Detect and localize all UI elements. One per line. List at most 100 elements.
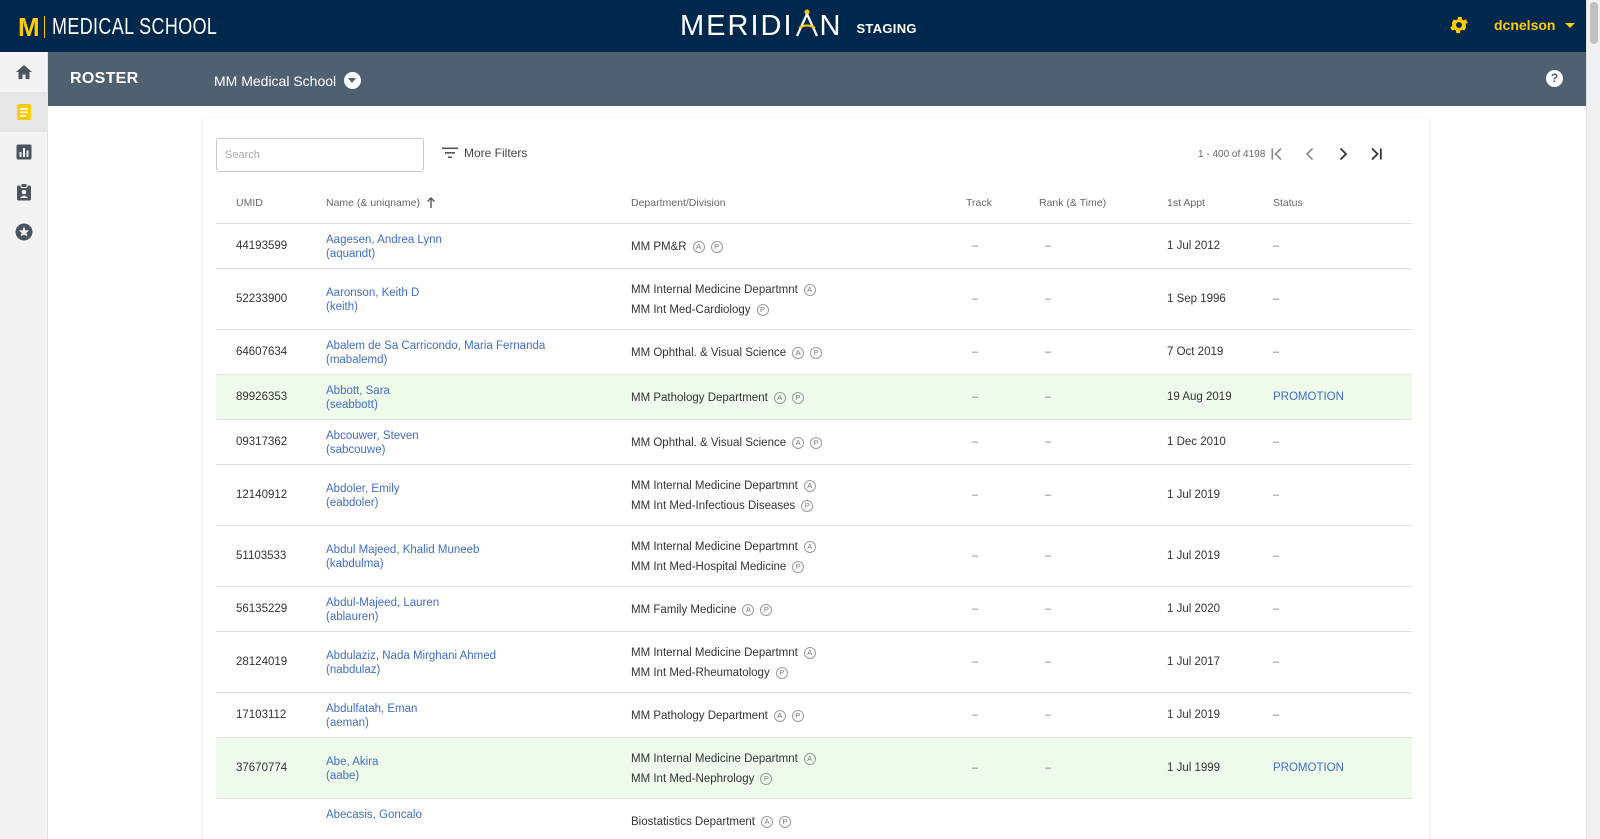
user-menu[interactable]: dcnelson bbox=[1494, 17, 1576, 33]
name-link[interactable]: Abecasis, Goncalo bbox=[326, 808, 422, 822]
nav-assignments[interactable] bbox=[0, 172, 48, 212]
nav-roster[interactable] bbox=[0, 92, 48, 132]
status-cell: – bbox=[1273, 435, 1280, 448]
appointment-badge: A bbox=[803, 283, 816, 296]
search-input[interactable] bbox=[216, 138, 424, 172]
track-cell: – bbox=[972, 435, 979, 448]
department-name: Biostatistics Department bbox=[631, 815, 755, 828]
nav-reports[interactable] bbox=[0, 132, 48, 172]
uniqname[interactable]: (kabdulma) bbox=[326, 557, 479, 571]
name-link[interactable]: Abdulfatah, Eman (aeman) bbox=[326, 702, 417, 730]
primary-badge: P bbox=[791, 709, 804, 722]
table-row[interactable]: 64607634 Abalem de Sa Carricondo, Maria F… bbox=[216, 330, 1412, 375]
person-name[interactable]: Abdulaziz, Nada Mirghani Ahmed bbox=[326, 649, 496, 663]
name-link[interactable]: Abcouwer, Steven (sabcouwe) bbox=[326, 429, 419, 457]
rank-cell: – bbox=[1045, 761, 1052, 774]
table-row[interactable]: 51103533 Abdul Majeed, Khalid Muneeb (kabd… bbox=[216, 526, 1412, 587]
primary-badge: P bbox=[810, 346, 823, 359]
logo-divider bbox=[43, 15, 45, 38]
uniqname[interactable]: (nabdulaz) bbox=[326, 663, 496, 677]
table-row[interactable]: 09317362 Abcouwer, Steven (sabcouwe) MM Oph… bbox=[216, 420, 1412, 465]
table-row[interactable]: 56135229 Abdul-Majeed, Lauren (ablauren) MM… bbox=[216, 587, 1412, 632]
help-icon[interactable]: ? bbox=[1546, 70, 1563, 87]
person-name[interactable]: Abcouwer, Steven bbox=[326, 429, 419, 443]
previous-page-button[interactable] bbox=[1298, 144, 1322, 164]
name-link[interactable]: Abdul-Majeed, Lauren (ablauren) bbox=[326, 596, 439, 624]
uniqname[interactable]: (ablauren) bbox=[326, 610, 439, 624]
medical-school-logo[interactable]: M MEDICAL SCHOOL bbox=[18, 13, 264, 40]
nav-home[interactable] bbox=[0, 52, 48, 92]
person-name[interactable]: Abe, Akira bbox=[326, 755, 378, 769]
person-name[interactable]: Abdoler, Emily bbox=[326, 482, 400, 496]
department-cell: MM Pathology Department A P bbox=[631, 388, 804, 408]
uniqname[interactable]: (seabbott) bbox=[326, 398, 390, 412]
first-page-icon bbox=[1271, 147, 1282, 161]
uniqname[interactable]: (aquandt) bbox=[326, 247, 442, 261]
column-header-first-appointment[interactable]: 1st Appt bbox=[1167, 197, 1205, 209]
page-range: 1 - 400 of 4198 bbox=[1198, 149, 1266, 160]
first-page-button[interactable] bbox=[1265, 144, 1289, 164]
name-link[interactable]: Abdul Majeed, Khalid Muneeb (kabdulma) bbox=[326, 543, 479, 571]
person-name[interactable]: Abalem de Sa Carricondo, Maria Fernanda bbox=[326, 339, 545, 353]
name-link[interactable]: Abbott, Sara (seabbott) bbox=[326, 384, 390, 412]
department-name: MM Internal Medicine Departmnt bbox=[631, 752, 798, 765]
gear-icon[interactable] bbox=[1448, 14, 1470, 36]
page-scrollbar[interactable] bbox=[1586, 0, 1600, 839]
name-link[interactable]: Abdoler, Emily (eabdoler) bbox=[326, 482, 400, 510]
person-name[interactable]: Abdul Majeed, Khalid Muneeb bbox=[326, 543, 479, 557]
table-header: UMID Name (& uniqname) Department/Divisi… bbox=[216, 184, 1412, 224]
person-name[interactable]: Abdulfatah, Eman bbox=[326, 702, 417, 716]
table-row[interactable]: 28124019 Abdulaziz, Nada Mirghani Ahmed (n… bbox=[216, 632, 1412, 693]
last-page-button[interactable] bbox=[1364, 144, 1388, 164]
person-name[interactable]: Aagesen, Andrea Lynn bbox=[326, 233, 442, 247]
person-name[interactable]: Abecasis, Goncalo bbox=[326, 808, 422, 822]
department-name: MM Internal Medicine Departmnt bbox=[631, 646, 798, 659]
uniqname[interactable]: (eabdoler) bbox=[326, 496, 400, 510]
person-name[interactable]: Abdul-Majeed, Lauren bbox=[326, 596, 439, 610]
column-header-status[interactable]: Status bbox=[1273, 197, 1303, 209]
table-row[interactable]: 52233900 Aaronson, Keith D (keith) MM Inter… bbox=[216, 269, 1412, 330]
table-row[interactable]: Abecasis, Goncalo Biostatistics Departmen… bbox=[216, 799, 1412, 839]
star-icon bbox=[15, 223, 33, 241]
uniqname[interactable]: (mabalemd) bbox=[326, 353, 545, 367]
scrollbar-thumb[interactable] bbox=[1590, 2, 1598, 44]
table-row[interactable]: 44193599 Aagesen, Andrea Lynn (aquandt) MM … bbox=[216, 224, 1412, 269]
school-selector[interactable]: MM Medical School bbox=[214, 72, 362, 89]
name-link[interactable]: Aaronson, Keith D (keith) bbox=[326, 286, 419, 314]
column-header-rank[interactable]: Rank (& Time) bbox=[1039, 197, 1106, 209]
department-line: MM Int Med-Rheumatology P bbox=[631, 663, 816, 683]
appointment-badge: A bbox=[742, 603, 755, 616]
department-cell: MM Internal Medicine Departmnt A MM Int Me… bbox=[631, 643, 816, 683]
column-header-name[interactable]: Name (& uniqname) bbox=[326, 197, 436, 209]
column-header-umid[interactable]: UMID bbox=[236, 197, 263, 209]
first-appointment-cell: 1 Dec 2010 bbox=[1167, 435, 1226, 448]
table-row[interactable]: 12140912 Abdoler, Emily (eabdoler) MM Inter… bbox=[216, 465, 1412, 526]
uniqname[interactable]: (aabe) bbox=[326, 769, 378, 783]
column-header-department[interactable]: Department/Division bbox=[631, 197, 726, 209]
name-link[interactable]: Aagesen, Andrea Lynn (aquandt) bbox=[326, 233, 442, 261]
status-cell[interactable]: PROMOTION bbox=[1273, 762, 1344, 774]
department-line: MM Internal Medicine Departmnt A bbox=[631, 476, 816, 496]
meridian-logo[interactable]: MERIDI N STAGING bbox=[680, 9, 917, 43]
status-cell: – bbox=[1273, 708, 1280, 721]
nav-favorites[interactable] bbox=[0, 212, 48, 252]
name-link[interactable]: Abdulaziz, Nada Mirghani Ahmed (nabdulaz) bbox=[326, 649, 496, 677]
uniqname[interactable]: (sabcouwe) bbox=[326, 443, 419, 457]
column-header-track[interactable]: Track bbox=[966, 197, 992, 209]
track-cell: – bbox=[972, 708, 979, 721]
table-row[interactable]: 17103112 Abdulfatah, Eman (aeman) MM Pathol… bbox=[216, 693, 1412, 738]
name-link[interactable]: Abalem de Sa Carricondo, Maria Fernanda(… bbox=[326, 339, 545, 367]
uniqname[interactable]: (keith) bbox=[326, 300, 419, 314]
first-appointment-cell: 1 Jul 2019 bbox=[1167, 488, 1221, 501]
more-filters-button[interactable]: More Filters bbox=[442, 146, 527, 160]
status-cell[interactable]: PROMOTION bbox=[1273, 391, 1344, 403]
person-name[interactable]: Aaronson, Keith D bbox=[326, 286, 419, 300]
umid-cell: 56135229 bbox=[236, 602, 288, 615]
table-row[interactable]: 37670774 Abe, Akira (aabe) MM Internal Medi… bbox=[216, 738, 1412, 799]
uniqname[interactable]: (aeman) bbox=[326, 716, 417, 730]
person-name[interactable]: Abbott, Sara bbox=[326, 384, 390, 398]
next-page-button[interactable] bbox=[1331, 144, 1355, 164]
name-link[interactable]: Abe, Akira (aabe) bbox=[326, 755, 378, 783]
table-row[interactable]: 89926353 Abbott, Sara (seabbott) MM Patholo… bbox=[216, 375, 1412, 420]
first-appointment-cell: 1 Jul 2019 bbox=[1167, 708, 1221, 721]
